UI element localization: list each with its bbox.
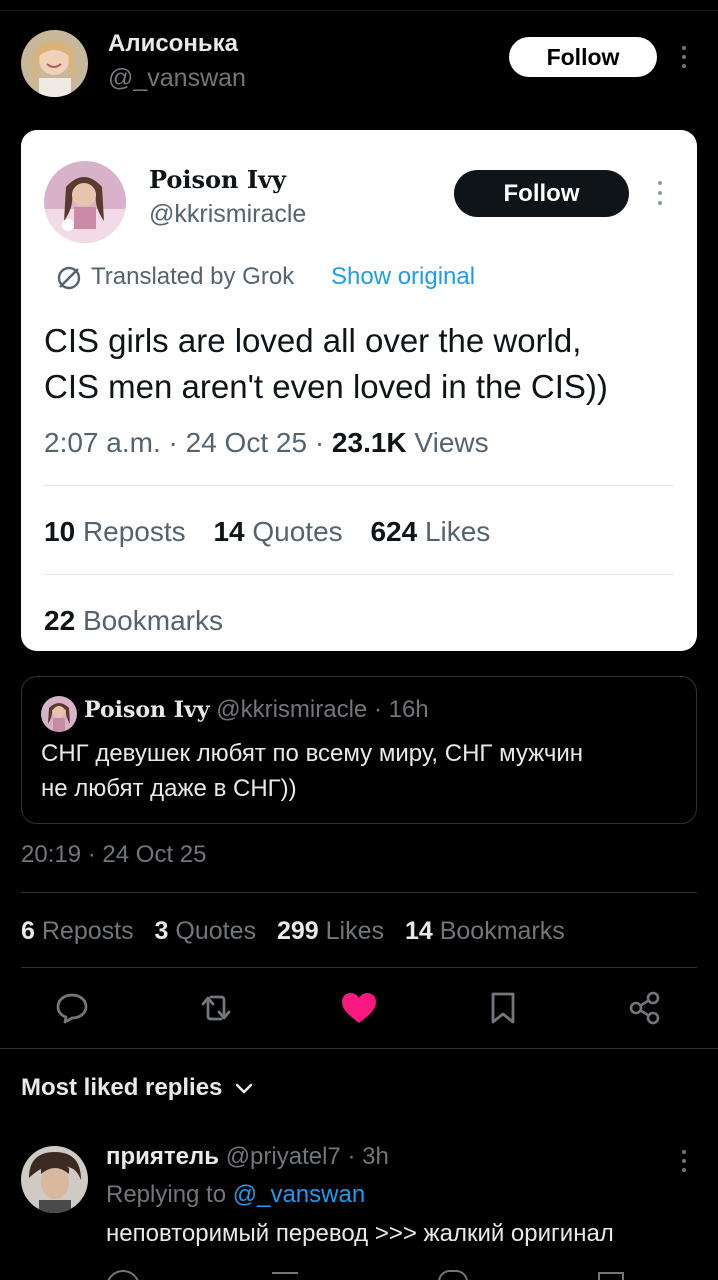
quote-avatar <box>41 696 77 732</box>
author-name[interactable]: Алисонька <box>108 30 238 58</box>
post-date: 24 Oct 25 <box>102 841 207 868</box>
card-author-handle: @kkrismiracle <box>149 200 307 228</box>
bookmark-icon[interactable] <box>488 990 518 1026</box>
post-timestamp[interactable]: 20:19 · 24 Oct 25 <box>21 841 206 869</box>
card-author-name: Poison Ivy <box>149 165 286 194</box>
card-views-count: 23.1K <box>331 427 407 458</box>
card-bookmarks-label: Bookmarks <box>82 605 223 636</box>
quote-text-line2: не любят даже в СНГ)) <box>41 775 297 802</box>
top-divider <box>0 10 718 11</box>
card-follow-button: Follow <box>454 170 629 217</box>
translated-by-label: Translated by Grok <box>91 263 295 290</box>
share-icon[interactable] <box>627 990 663 1026</box>
stats-divider-bottom <box>21 967 697 968</box>
post-quotes-stat[interactable]: 3 Quotes <box>155 917 263 945</box>
quote-author-handle: @kkrismiracle <box>216 696 368 723</box>
card-views-label: Views <box>414 427 489 458</box>
more-options-icon[interactable] <box>681 46 687 68</box>
follow-button[interactable]: Follow <box>509 37 657 77</box>
card-bookmarks-row: 22 Bookmarks <box>44 605 223 637</box>
reply-author-name[interactable]: приятель <box>106 1143 219 1170</box>
quote-meta-dot: · <box>373 696 382 723</box>
chevron-down-icon <box>235 1082 253 1100</box>
card-tweet-text-line2: CIS men aren't even loved in the CIS)) <box>44 368 608 405</box>
card-more-options-icon <box>657 181 663 205</box>
card-avatar <box>44 161 126 243</box>
quote-author-name: Poison Ivy <box>84 697 210 723</box>
card-reposts-count: 10 <box>44 516 76 547</box>
post-bookmarks-stat[interactable]: 14 Bookmarks <box>405 917 565 945</box>
reply-reply-icon[interactable] <box>106 1270 140 1280</box>
post-quotes-label: Quotes <box>175 917 256 945</box>
card-likes-label: Likes <box>424 516 491 547</box>
like-icon[interactable] <box>340 991 378 1025</box>
replying-to-label: Replying to <box>106 1181 227 1208</box>
replies-sort-dropdown[interactable]: Most liked replies <box>21 1074 253 1102</box>
card-bookmarks-count: 22 <box>44 605 76 636</box>
tweet-screenshot-image[interactable]: Poison Ivy @kkrismiracle Follow Translat… <box>21 130 697 651</box>
card-meta-dot: · <box>168 427 178 458</box>
card-reposts-label: Reposts <box>82 516 186 547</box>
post-bookmarks-count: 14 <box>404 917 433 945</box>
quote-age: 16h <box>388 696 429 723</box>
replying-to-handle-link[interactable]: @_vanswan <box>233 1181 365 1208</box>
reply-bookmark-icon[interactable] <box>598 1272 624 1280</box>
card-divider <box>44 485 674 486</box>
post-quotes-count: 3 <box>154 917 169 945</box>
card-date: 24 Oct 25 <box>185 427 308 458</box>
reply-meta-dot: · <box>347 1143 356 1170</box>
post-meta-dot: · <box>87 841 96 868</box>
card-tweet-text-line1: CIS girls are loved all over the world, <box>44 322 582 359</box>
quoted-tweet[interactable]: Poison Ivy @kkrismiracle · 16h СНГ девуш… <box>21 676 697 824</box>
translate-icon <box>55 264 83 292</box>
post-likes-stat[interactable]: 299 Likes <box>277 917 391 945</box>
reply-more-options-icon[interactable] <box>681 1150 687 1172</box>
actions-divider <box>0 1048 718 1049</box>
post-likes-count: 299 <box>276 917 319 945</box>
card-likes-count: 624 <box>370 516 418 547</box>
quote-text-line1: СНГ девушек любят по всему миру, СНГ муж… <box>41 740 584 767</box>
card-divider <box>44 574 674 575</box>
card-quotes-label: Quotes <box>252 516 343 547</box>
post-time: 20:19 <box>21 841 82 868</box>
post-stats-row: 6 Reposts 3 Quotes 299 Likes 14 Bookmark… <box>21 917 565 946</box>
post-bookmarks-label: Bookmarks <box>439 917 565 945</box>
reply-text: неповторимый перевод >>> жалкий оригинал <box>106 1220 614 1247</box>
reply-avatar[interactable] <box>21 1146 88 1213</box>
author-avatar[interactable] <box>21 30 88 97</box>
card-meta-row: 2:07 a.m. · 24 Oct 25 · 23.1K Views <box>44 427 489 459</box>
author-handle[interactable]: @_vanswan <box>108 64 246 93</box>
post-reposts-stat[interactable]: 6 Reposts <box>21 917 141 945</box>
stats-divider-top <box>21 892 697 893</box>
reply-icon[interactable] <box>54 990 90 1026</box>
card-quotes-count: 14 <box>213 516 245 547</box>
reply-replying-to: Replying to @_vanswan <box>106 1181 365 1209</box>
quote-header: Poison Ivy @kkrismiracle · 16h <box>84 696 429 724</box>
reply-actions-partial <box>0 1266 718 1280</box>
reply-author-handle[interactable]: @priyatel7 <box>226 1143 341 1170</box>
reply-age: 3h <box>362 1143 389 1170</box>
post-likes-label: Likes <box>325 917 384 945</box>
replies-sort-label: Most liked replies <box>21 1074 223 1101</box>
repost-icon[interactable] <box>197 990 235 1026</box>
reply-header: приятель @priyatel7 · 3h <box>106 1143 389 1171</box>
card-time: 2:07 a.m. <box>44 427 161 458</box>
reply-like-icon[interactable] <box>438 1270 468 1280</box>
post-reposts-label: Reposts <box>41 917 134 945</box>
post-reposts-count: 6 <box>21 917 35 945</box>
show-original-link: Show original <box>331 263 476 290</box>
card-stats-row: 10 Reposts 14 Quotes 624 Likes <box>44 516 490 548</box>
reply-repost-icon[interactable] <box>272 1272 298 1280</box>
card-meta-dot: · <box>314 427 325 458</box>
